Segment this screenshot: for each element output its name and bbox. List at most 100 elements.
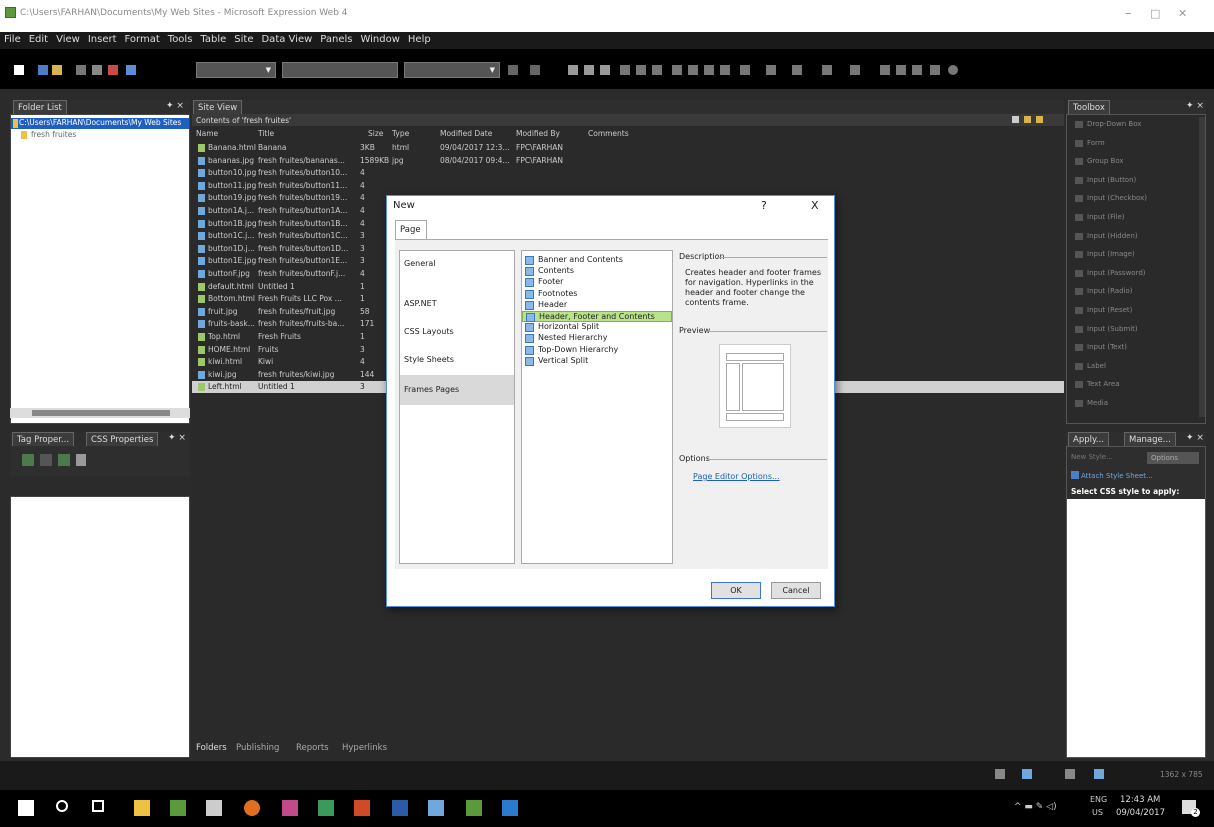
firefox-icon[interactable] bbox=[244, 800, 260, 816]
toolbox-item[interactable]: Input (Reset) bbox=[1067, 305, 1199, 316]
app-icon[interactable] bbox=[428, 800, 444, 816]
toolbox-item[interactable]: Input (Text) bbox=[1067, 342, 1199, 353]
web-icon[interactable] bbox=[948, 65, 958, 75]
table-row[interactable]: button10.jpg fresh fruites/button10... 4 bbox=[192, 167, 1064, 179]
page-editor-options-link[interactable]: Page Editor Options... bbox=[693, 472, 780, 481]
visual-aid-icon[interactable] bbox=[1065, 769, 1075, 779]
template-item[interactable]: Contents bbox=[522, 266, 672, 277]
decrease-indent-icon[interactable] bbox=[704, 65, 714, 75]
toolbox-item[interactable]: Text Area bbox=[1067, 379, 1199, 390]
template-item[interactable]: Banner and Contents bbox=[522, 255, 672, 266]
resolution-readout[interactable]: 1362 x 785 bbox=[1160, 770, 1203, 779]
bold-icon[interactable] bbox=[568, 65, 578, 75]
col-comments[interactable]: Comments bbox=[588, 129, 629, 138]
help-button[interactable]: ? bbox=[761, 199, 767, 212]
print-icon[interactable] bbox=[92, 65, 102, 75]
template-item[interactable]: Horizontal Split bbox=[522, 322, 672, 333]
toolbox-item[interactable]: Drop-Down Box bbox=[1067, 119, 1199, 130]
toolbox-item[interactable]: Input (Password) bbox=[1067, 268, 1199, 279]
template-item[interactable]: Nested Hierarchy bbox=[522, 333, 672, 344]
new-page-icon[interactable] bbox=[14, 65, 24, 75]
menu-panels[interactable]: Panels bbox=[316, 32, 356, 45]
tab-tag-properties[interactable]: Tag Proper... bbox=[12, 432, 75, 446]
menu-window[interactable]: Window bbox=[356, 32, 403, 45]
pin-icon[interactable]: ✦ × bbox=[166, 101, 184, 111]
pin-icon[interactable]: ✦ × bbox=[1186, 433, 1204, 443]
table-row[interactable]: button11.jpg fresh fruites/button11... 4 bbox=[192, 180, 1064, 192]
folder-icon[interactable] bbox=[1024, 116, 1031, 123]
undo-icon[interactable] bbox=[508, 65, 518, 75]
toolbox-item[interactable]: Input (Checkbox) bbox=[1067, 193, 1199, 204]
tab-folder-list[interactable]: Folder List bbox=[13, 100, 67, 114]
tab-manage-styles[interactable]: Manage... bbox=[1124, 432, 1176, 446]
menu-format[interactable]: Format bbox=[121, 32, 164, 45]
col-modified-by[interactable]: Modified By bbox=[516, 129, 560, 138]
filter-icon[interactable] bbox=[76, 454, 86, 466]
tab-reports[interactable]: Reports bbox=[296, 743, 329, 753]
category-aspnet[interactable]: ASP.NET bbox=[404, 299, 437, 308]
table-row[interactable]: Banana.html Banana 3KB html 09/04/2017 12:3.… bbox=[192, 142, 1064, 154]
tab-publishing[interactable]: Publishing bbox=[236, 743, 279, 753]
table-icon[interactable] bbox=[850, 65, 860, 75]
app-icon[interactable] bbox=[318, 800, 334, 816]
preview-icon[interactable] bbox=[108, 65, 118, 75]
highlight-icon[interactable] bbox=[766, 65, 776, 75]
toolbox-item[interactable]: Input (File) bbox=[1067, 212, 1199, 223]
open-icon[interactable] bbox=[38, 65, 48, 75]
redo-icon[interactable] bbox=[530, 65, 540, 75]
category-style-sheets[interactable]: Style Sheets bbox=[404, 355, 454, 364]
word-icon[interactable] bbox=[392, 800, 408, 816]
toolbox-item[interactable]: Group Box bbox=[1067, 156, 1199, 167]
save-icon[interactable] bbox=[76, 65, 86, 75]
lang-1[interactable]: ENG bbox=[1090, 795, 1107, 804]
publish-icon[interactable] bbox=[126, 65, 136, 75]
template-item[interactable]: Top-Down Hierarchy bbox=[522, 345, 672, 356]
underline-icon[interactable] bbox=[600, 65, 610, 75]
folder-item[interactable]: fresh fruites bbox=[31, 130, 76, 139]
tab-css-properties[interactable]: CSS Properties bbox=[86, 432, 159, 446]
html-compat-icon[interactable] bbox=[1094, 769, 1104, 779]
expression-web-icon[interactable] bbox=[466, 800, 482, 816]
borders-icon[interactable] bbox=[740, 65, 750, 75]
clock-time[interactable]: 12:43 AM bbox=[1120, 795, 1160, 805]
list-icon[interactable] bbox=[58, 454, 70, 466]
menu-insert[interactable]: Insert bbox=[84, 32, 121, 45]
menu-tools[interactable]: Tools bbox=[164, 32, 197, 45]
app-icon[interactable] bbox=[502, 800, 518, 816]
app-icon[interactable] bbox=[170, 800, 186, 816]
folder-root[interactable]: C:\Users\FARHAN\Documents\My Web Sites bbox=[11, 118, 189, 129]
tab-page[interactable]: Page bbox=[395, 220, 427, 240]
align-right-icon[interactable] bbox=[652, 65, 662, 75]
increase-indent-icon[interactable] bbox=[720, 65, 730, 75]
category-css-layouts[interactable]: CSS Layouts bbox=[404, 327, 454, 336]
frame-icon[interactable] bbox=[896, 65, 906, 75]
dialog-close-button[interactable]: X bbox=[811, 199, 819, 212]
tab-toolbox[interactable]: Toolbox bbox=[1068, 100, 1110, 114]
menu-file[interactable]: File bbox=[0, 32, 25, 45]
scrollbar-thumb[interactable] bbox=[32, 410, 170, 416]
code-view-icon[interactable] bbox=[995, 769, 1005, 779]
category-frames-pages[interactable]: Frames Pages bbox=[400, 375, 514, 405]
button-icon[interactable] bbox=[912, 65, 922, 75]
image-icon[interactable] bbox=[880, 65, 890, 75]
calculator-icon[interactable] bbox=[206, 800, 222, 816]
template-item[interactable]: Footer bbox=[522, 277, 672, 288]
toolbox-item[interactable]: Label bbox=[1067, 361, 1199, 372]
layer-icon[interactable] bbox=[822, 65, 832, 75]
search-icon[interactable] bbox=[56, 800, 68, 812]
new-folder-icon[interactable] bbox=[1036, 116, 1043, 123]
col-name[interactable]: Name bbox=[196, 129, 218, 138]
menu-site[interactable]: Site bbox=[230, 32, 257, 45]
category-general[interactable]: General bbox=[404, 259, 436, 268]
col-modified-date[interactable]: Modified Date bbox=[440, 129, 492, 138]
map-icon[interactable] bbox=[930, 65, 940, 75]
close-button[interactable]: ✕ bbox=[1178, 7, 1187, 20]
menu-edit[interactable]: Edit bbox=[25, 32, 52, 45]
style-dropdown[interactable]: ▼ bbox=[196, 62, 276, 78]
toolbox-item[interactable]: Media bbox=[1067, 398, 1199, 409]
menu-data-view[interactable]: Data View bbox=[257, 32, 316, 45]
toolbox-item[interactable]: Input (Submit) bbox=[1067, 324, 1199, 335]
template-item[interactable]: Vertical Split bbox=[522, 356, 672, 367]
toolbox-item[interactable]: Form bbox=[1067, 138, 1199, 149]
tray-icons[interactable]: ^ ▬ ✎ ◁) bbox=[1014, 802, 1057, 812]
